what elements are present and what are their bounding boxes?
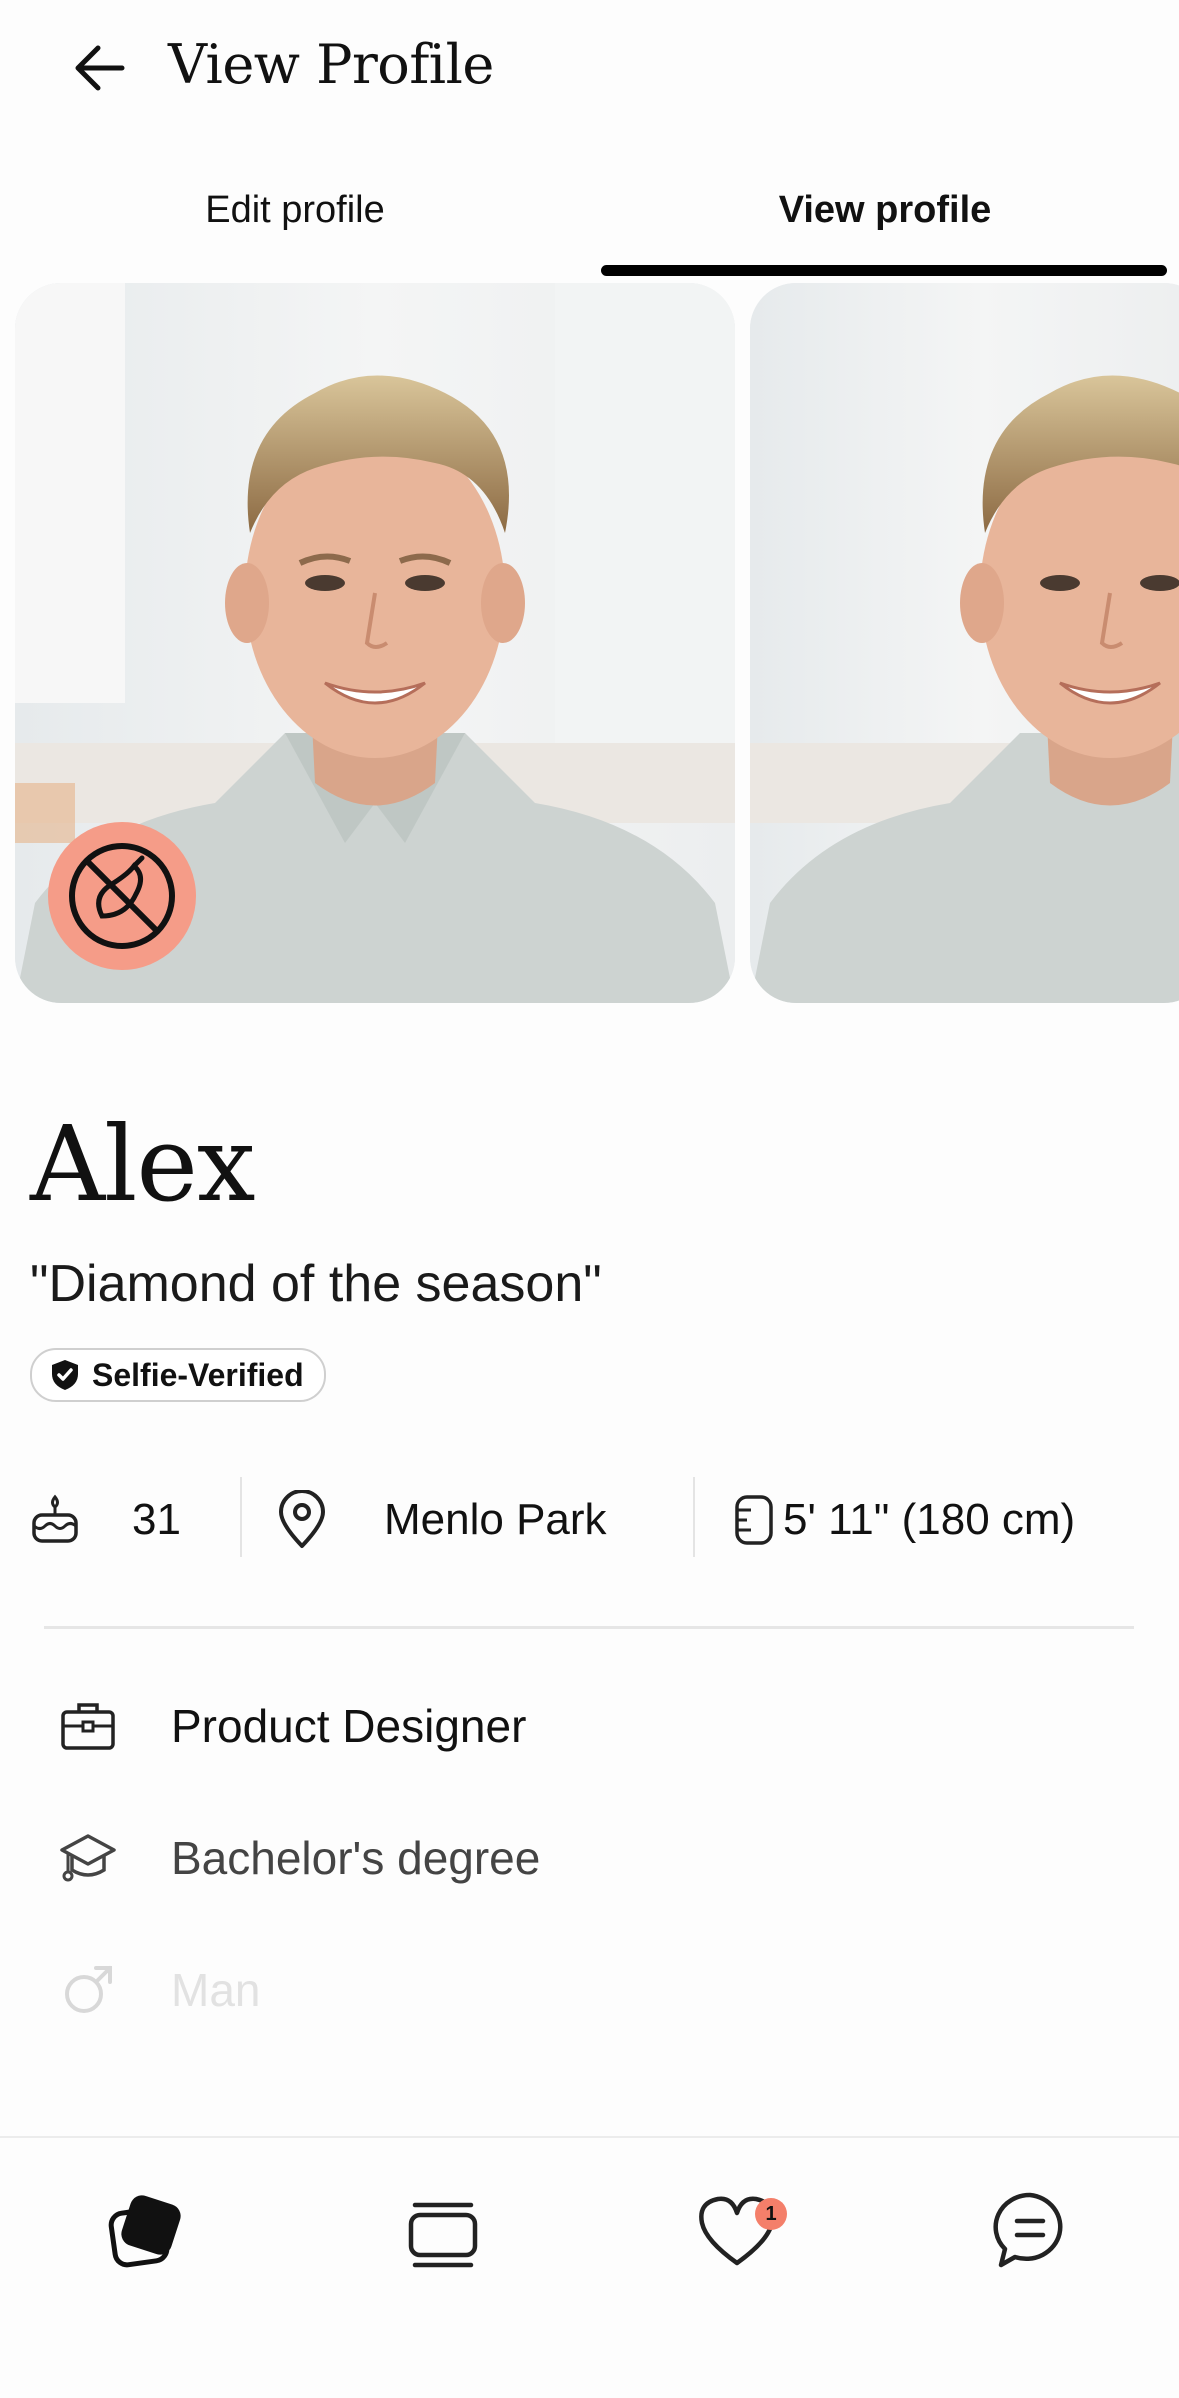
stat-divider — [240, 1477, 242, 1557]
stat-age-value: 31 — [132, 1495, 181, 1544]
nav-messages[interactable] — [970, 2170, 1090, 2290]
male-symbol-icon — [55, 1962, 121, 2018]
stat-location: Menlo Park — [275, 1475, 607, 1565]
ruler-icon — [733, 1493, 775, 1547]
nav-standouts[interactable] — [382, 2170, 502, 2290]
detail-job-text: Product Designer — [171, 1700, 527, 1752]
stat-age: 31 — [28, 1475, 181, 1565]
location-pin-icon — [275, 1490, 329, 1550]
profile-photo-2[interactable] — [750, 283, 1179, 1003]
profile-photo-image — [750, 283, 1179, 1003]
shield-check-icon — [52, 1360, 78, 1390]
stat-height-value: 5' 11" (180 cm) — [783, 1495, 1076, 1544]
stat-location-value: Menlo Park — [384, 1495, 607, 1544]
active-tab-indicator — [601, 265, 1167, 276]
no-eggplant-icon — [69, 843, 175, 949]
back-button[interactable] — [60, 28, 140, 108]
section-divider — [44, 1626, 1134, 1629]
detail-job: Product Designer — [55, 1686, 526, 1766]
stat-divider — [693, 1477, 695, 1557]
likes-count-badge: 1 — [755, 2198, 787, 2230]
tab-view-profile[interactable]: View profile — [600, 180, 1170, 240]
briefcase-icon — [55, 1698, 121, 1754]
birthday-cake-icon — [28, 1493, 82, 1547]
detail-education-text: Bachelor's degree — [171, 1832, 541, 1884]
tab-edit-profile[interactable]: Edit profile — [0, 180, 590, 240]
nav-discover[interactable] — [84, 2170, 204, 2290]
detail-gender-text: Man — [171, 1964, 261, 2016]
detail-gender: Man — [55, 1950, 260, 2030]
page-title: View Profile — [168, 33, 494, 96]
detail-education: Bachelor's degree — [55, 1818, 540, 1898]
chat-bubble-icon — [993, 2192, 1063, 2268]
profile-name: Alex — [30, 1103, 256, 1225]
no-eggplant-badge[interactable] — [48, 822, 196, 970]
selfie-verified-label: Selfie-Verified — [92, 1356, 304, 1393]
stat-height: 5' 11" (180 cm) — [733, 1475, 1075, 1565]
profile-tagline: "Diamond of the season" — [30, 1255, 602, 1313]
nav-likes[interactable] — [677, 2170, 797, 2290]
arrow-left-icon — [75, 45, 125, 91]
stack-icon — [408, 2202, 478, 2268]
graduation-cap-icon — [55, 1830, 121, 1886]
cards-icon — [108, 2195, 181, 2268]
selfie-verified-badge[interactable]: Selfie-Verified — [30, 1348, 326, 1402]
